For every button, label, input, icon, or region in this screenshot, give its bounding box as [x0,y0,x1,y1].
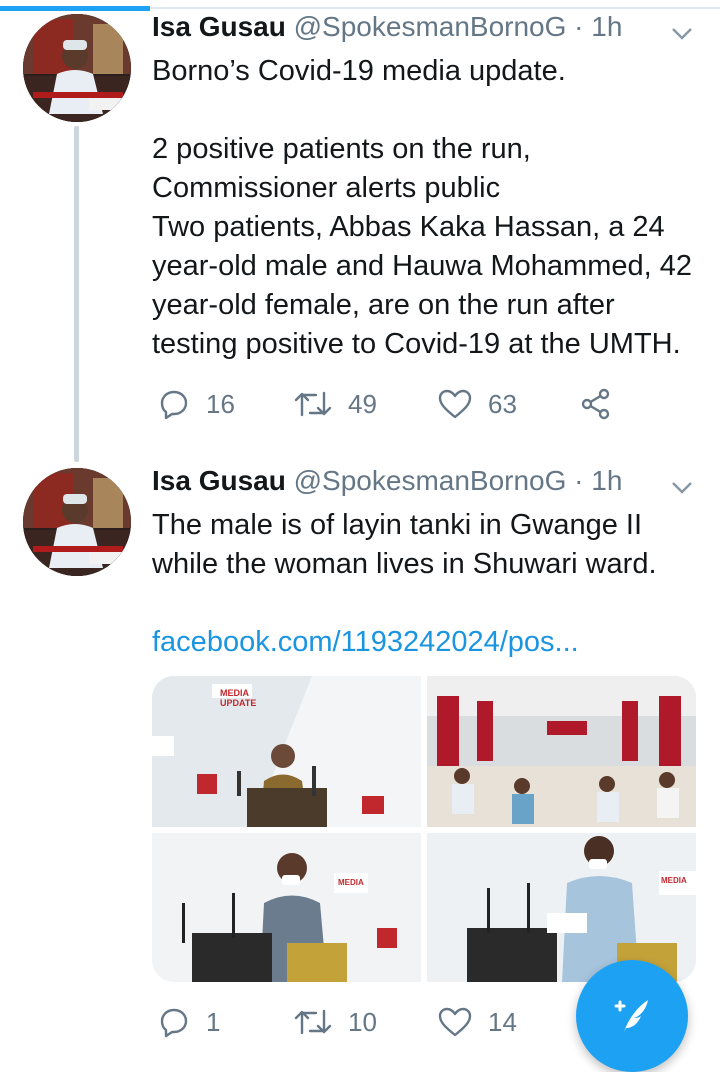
media-photo[interactable]: MEDIA UPDATE [152,676,421,827]
media-photo[interactable] [427,676,696,827]
avatar[interactable] [23,468,131,576]
share-button[interactable] [580,384,628,424]
meta-separator: · [566,11,592,42]
author-handle[interactable]: @SpokesmanBornoG · 1h [294,465,623,496]
author-handle-text: @SpokesmanBornoG [293,11,567,42]
reply-count: 1 [206,1006,221,1037]
meta-separator: · [566,465,592,496]
tweet-header: Isa Gusau @SpokesmanBornoG · 1h [152,10,622,44]
svg-text:MEDIA: MEDIA [661,876,687,885]
tweet-options-chevron-down-icon[interactable] [670,22,694,46]
tweet-actions: 16 49 63 [152,384,672,424]
like-count: 14 [488,1006,517,1037]
loading-progress-track [150,7,720,9]
svg-text:MEDIA: MEDIA [220,688,250,698]
heart-icon [438,389,472,419]
media-photo[interactable]: MEDIA [152,833,421,982]
tweet-time: 1h [591,465,623,496]
loading-progress-bar [0,6,150,11]
tweet-paragraph: Two patients, Abbas Kaka Hassan, a 24 ye… [152,211,692,360]
author-handle[interactable]: @SpokesmanBornoG · 1h [294,11,623,42]
thread-connector-line [74,126,79,462]
reply-icon [160,390,188,420]
heart-icon [438,1007,472,1037]
media-grid: MEDIA UPDATE MEDIA MEDIA [152,676,696,982]
retweet-icon [294,391,332,417]
tweet-text: The male is of layin tanki in Gwange II … [152,506,712,662]
author-name[interactable]: Isa Gusau [152,465,286,496]
author-handle-text: @SpokesmanBornoG [293,465,567,496]
tweet-paragraph: 2 positive patients on the run, Commissi… [152,133,531,204]
tweet-paragraph: The male is of layin tanki in Gwange II … [152,509,657,580]
facebook-link[interactable]: facebook.com/1193242024/pos... [152,626,579,658]
retweet-button[interactable]: 10 [294,1002,377,1042]
share-icon [581,388,610,420]
reply-icon [160,1008,188,1038]
reply-count: 16 [206,388,235,419]
tweet-header: Isa Gusau @SpokesmanBornoG · 1h [152,464,622,498]
retweet-count: 49 [348,388,377,419]
like-button[interactable]: 14 [438,1002,517,1042]
like-count: 63 [488,388,517,419]
svg-text:MEDIA: MEDIA [338,878,364,887]
compose-tweet-button[interactable] [576,960,688,1072]
retweet-count: 10 [348,1006,377,1037]
svg-text:UPDATE: UPDATE [220,698,256,708]
compose-tweet-icon [614,1000,648,1032]
avatar[interactable] [23,14,131,122]
author-name[interactable]: Isa Gusau [152,11,286,42]
tweet-time: 1h [591,11,623,42]
reply-button[interactable]: 1 [158,1002,220,1042]
retweet-button[interactable]: 49 [294,384,377,424]
tweet-paragraph: Borno’s Covid-19 media update. [152,55,566,87]
reply-button[interactable]: 16 [158,384,235,424]
tweet-options-chevron-down-icon[interactable] [670,476,694,500]
tweet-text: Borno’s Covid-19 media update. 2 positiv… [152,52,712,364]
tweet-blank-line [152,91,712,130]
tweet-blank-line [152,584,712,623]
retweet-icon [294,1009,332,1035]
media-photo[interactable]: MEDIA [427,833,696,982]
like-button[interactable]: 63 [438,384,517,424]
